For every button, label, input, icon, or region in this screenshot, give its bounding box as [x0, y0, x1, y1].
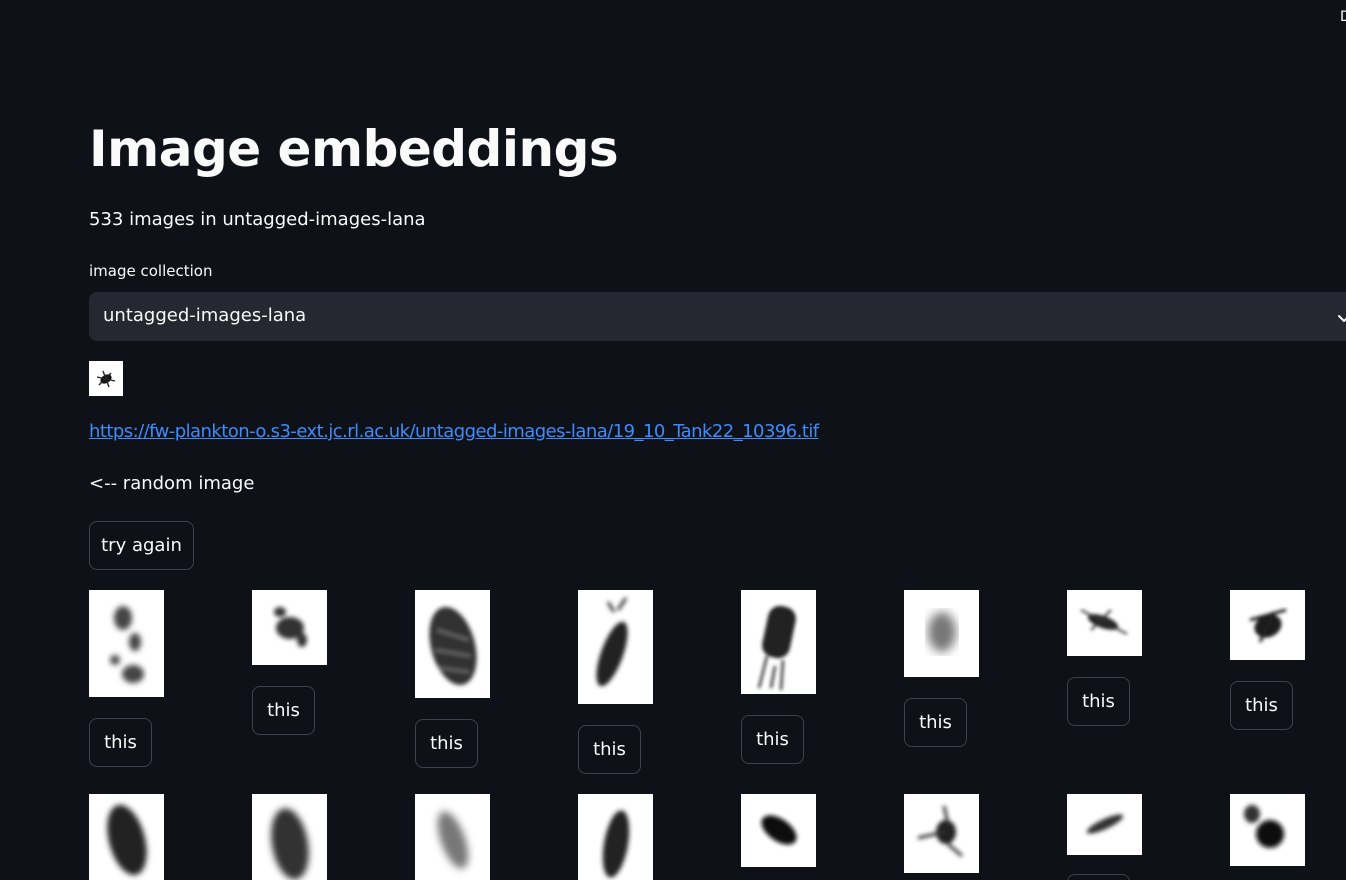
similar-image-12: [578, 794, 653, 880]
this-button-6[interactable]: this: [904, 698, 967, 747]
collection-select-label: image collection: [89, 262, 213, 280]
random-image-caption: <-- random image: [89, 473, 255, 494]
similar-image-11: [415, 794, 490, 880]
similar-image-2: [252, 590, 327, 665]
similar-image-14: [904, 794, 979, 873]
try-again-button[interactable]: try again: [89, 521, 194, 570]
image-url-link[interactable]: https://fw-plankton-o.s3-ext.jc.rl.ac.uk…: [89, 421, 819, 442]
similar-image-13: [741, 794, 816, 867]
toolbar-corner-glyph[interactable]: D: [1340, 9, 1346, 25]
similar-image-1: [89, 590, 164, 697]
this-button-2[interactable]: this: [252, 686, 315, 735]
this-button-5[interactable]: this: [741, 715, 804, 764]
similar-image-3: [415, 590, 490, 698]
app-page: D Image embeddings 533 images in untagge…: [0, 0, 1346, 880]
image-count-text: 533 images in untagged-images-lana: [89, 209, 426, 230]
similar-image-6: [904, 590, 979, 677]
similar-image-16: [1230, 794, 1305, 866]
random-image-thumbnail: [89, 361, 123, 396]
similar-image-9: [89, 794, 164, 880]
this-button-3[interactable]: this: [415, 719, 478, 768]
similar-image-5: [741, 590, 816, 694]
similar-image-15: [1067, 794, 1142, 855]
similar-image-8: [1230, 590, 1305, 660]
this-button-4[interactable]: this: [578, 725, 641, 774]
chevron-down-icon[interactable]: [1337, 310, 1346, 329]
this-button-15-partial[interactable]: [1067, 874, 1130, 880]
similar-image-4: [578, 590, 653, 704]
this-button-8[interactable]: this: [1230, 681, 1293, 730]
this-button-7[interactable]: this: [1067, 677, 1130, 726]
collection-select-value: untagged-images-lana: [103, 305, 307, 326]
similar-image-10: [252, 794, 327, 880]
similar-image-7: [1067, 590, 1142, 656]
this-button-1[interactable]: this: [89, 718, 152, 767]
collection-select[interactable]: untagged-images-lana: [89, 292, 1346, 341]
page-title: Image embeddings: [89, 120, 619, 178]
